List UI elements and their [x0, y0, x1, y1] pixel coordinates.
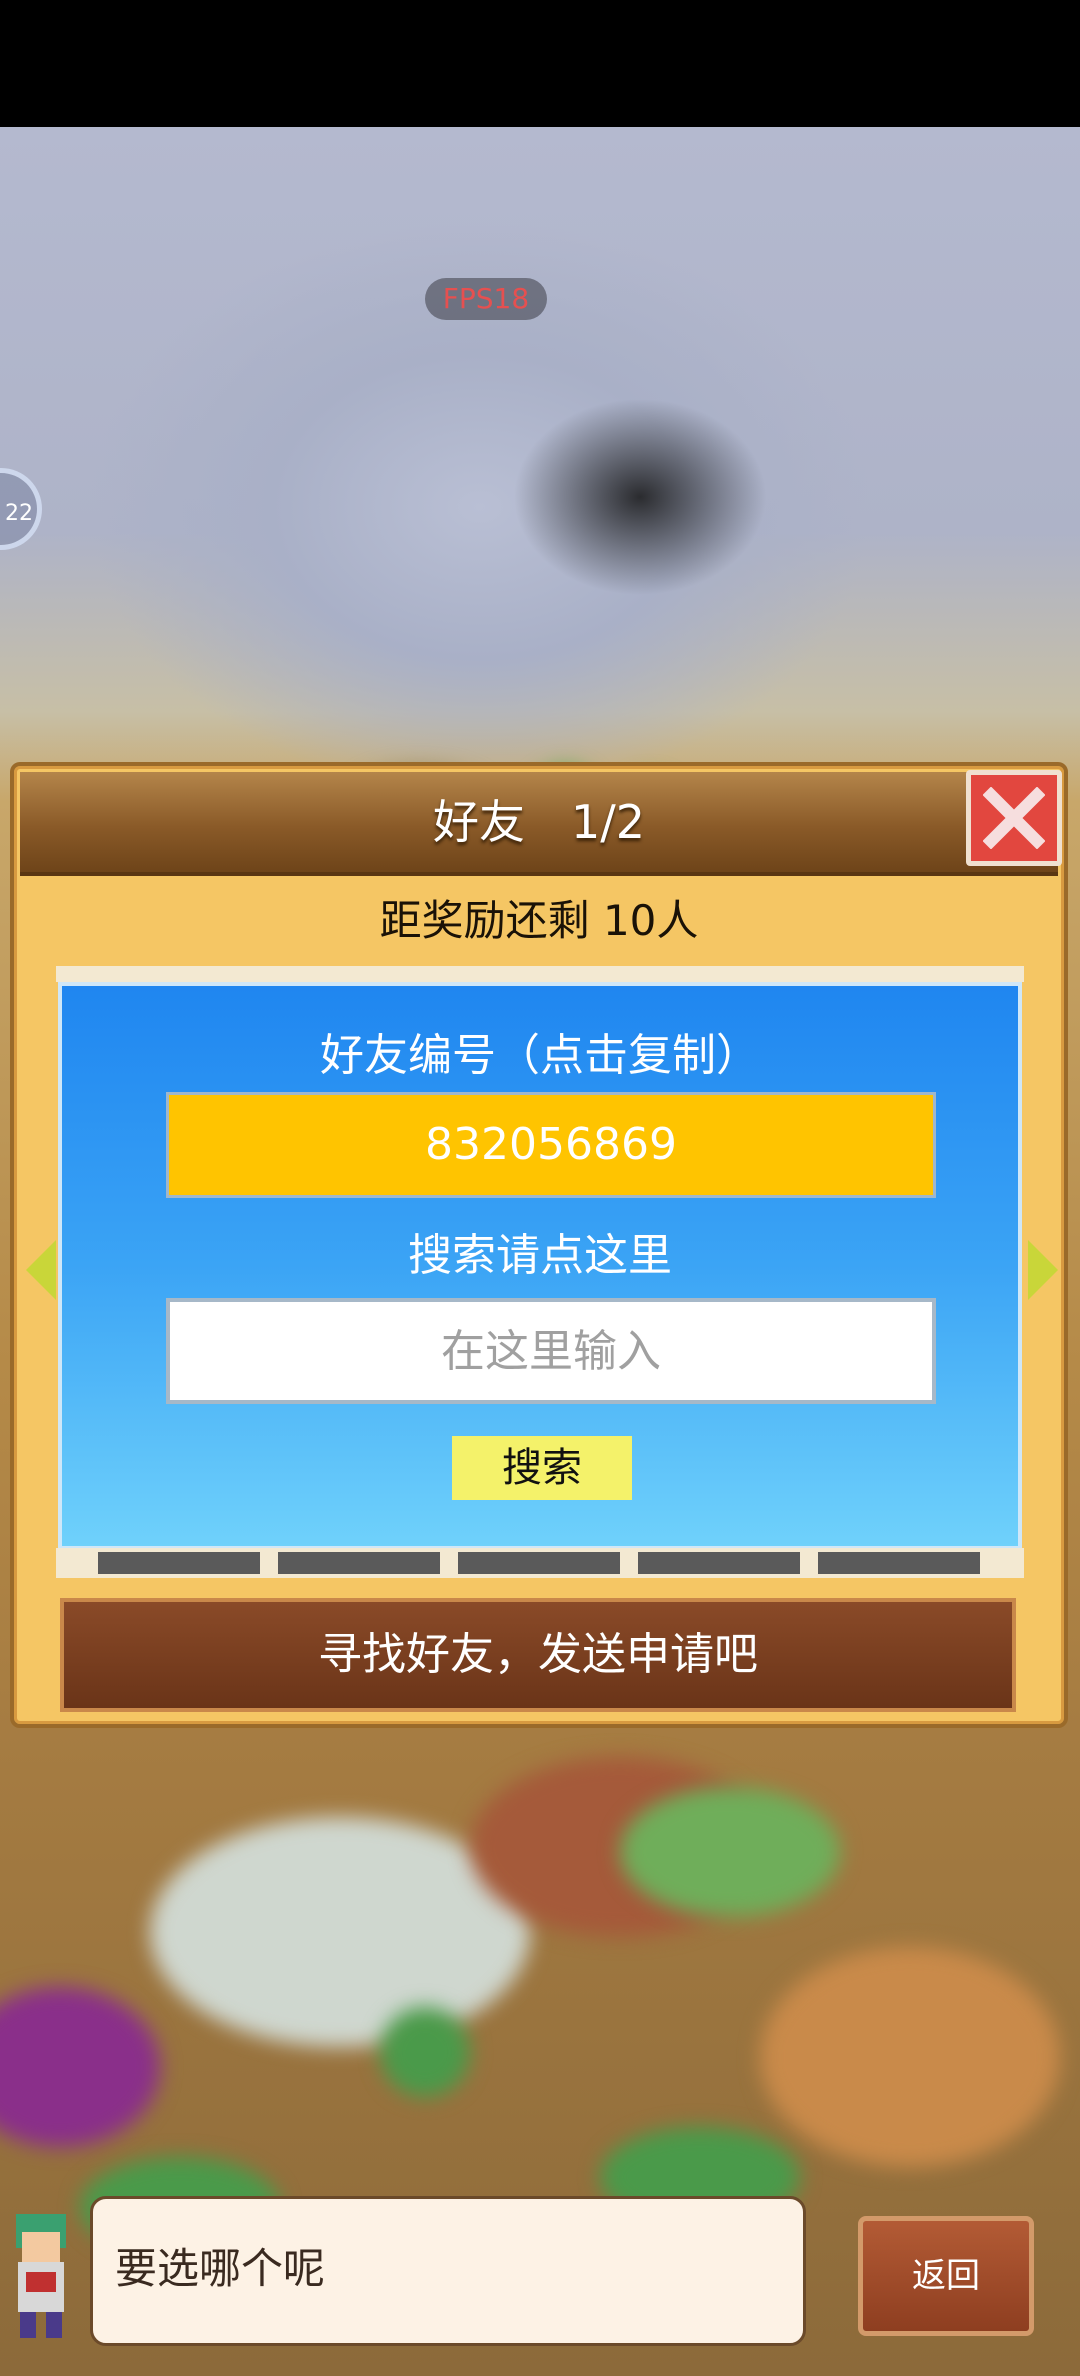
friend-id-copy-button[interactable]: 832056869	[166, 1092, 936, 1198]
close-icon	[983, 787, 1045, 849]
dialog-title: 好友 1/2	[432, 795, 646, 849]
page-tab[interactable]	[818, 1552, 980, 1574]
fps-counter: FPS18	[425, 278, 547, 320]
page-tabs	[56, 1548, 1024, 1578]
page-tab[interactable]	[98, 1552, 260, 1574]
arrow-left-icon[interactable]	[26, 1240, 56, 1300]
arrow-right-icon[interactable]	[1028, 1240, 1058, 1300]
message-bubble: 要选哪个呢	[90, 2196, 806, 2346]
reward-remaining-text: 距奖励还剩 10人	[379, 896, 699, 945]
friend-panel: 好友编号（点击复制） 832056869 搜索请点这里 搜索	[58, 982, 1022, 1550]
tab-strip-top	[56, 966, 1024, 982]
status-bar	[0, 0, 1080, 127]
page-tab[interactable]	[458, 1552, 620, 1574]
close-button[interactable]	[966, 770, 1062, 866]
friend-id-label: 好友编号（点击复制）	[320, 1030, 760, 1081]
back-button[interactable]: 返回	[858, 2216, 1034, 2336]
find-friends-button[interactable]: 寻找好友，发送申请吧	[60, 1598, 1016, 1712]
character-avatar	[0, 2196, 84, 2346]
search-label: 搜索请点这里	[408, 1230, 672, 1281]
dialog-header: 好友 1/2	[20, 772, 1058, 876]
page-tab[interactable]	[638, 1552, 800, 1574]
search-input[interactable]	[166, 1298, 936, 1404]
page-tab[interactable]	[278, 1552, 440, 1574]
search-button[interactable]: 搜索	[452, 1436, 632, 1500]
